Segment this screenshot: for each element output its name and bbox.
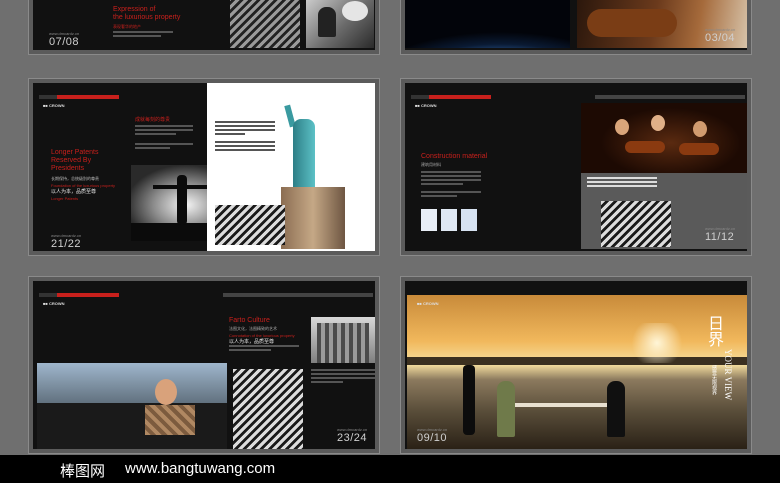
card (441, 209, 457, 231)
violin-body (587, 9, 677, 37)
car-frame (37, 403, 227, 449)
page-number: www.dmcardz.cn 03/04 (705, 27, 735, 44)
scarf (145, 405, 195, 435)
vertical-title-en: YOUR VIEW (723, 349, 733, 401)
title-line2: the luxurious property (113, 14, 181, 21)
city-skyline (407, 357, 747, 365)
title-cn: 表现奢华的地产 (113, 24, 141, 29)
body-text-right (215, 121, 275, 137)
card (421, 209, 437, 231)
page-number: www.dmcardz.cn 23/24 (337, 427, 367, 444)
hand (342, 1, 368, 21)
waiter-figure (463, 365, 475, 435)
footer-bar: 棒图网 www.bangtuwang.com (0, 455, 780, 483)
vertical-title-cn: 日界 (705, 315, 722, 347)
page-number: www.dmcardz.cn 09/10 (417, 427, 447, 444)
sunset-dinner-photo (407, 295, 747, 449)
page-label: 09/10 (417, 432, 448, 444)
body-text-2 (311, 369, 375, 385)
stripe-panel (233, 369, 303, 449)
stripe-panel (601, 201, 671, 247)
body-text (113, 31, 173, 39)
page-label: 23/24 (337, 432, 368, 444)
body-text (421, 171, 481, 187)
logo: ■■ CROWN (415, 103, 437, 108)
man-arms (153, 185, 211, 189)
page-label: 11/12 (705, 231, 735, 243)
footer-url[interactable]: www.bangtuwang.com (125, 460, 275, 477)
spread-09-10: ■■ CROWN 日界 YOUR VIEW 感受无限视界 www.dmcardz… (400, 276, 752, 454)
driver-head (155, 379, 177, 405)
building (317, 323, 369, 363)
sun-glow (627, 323, 687, 363)
heading: Construction material (421, 153, 488, 160)
page-label: 07/08 (49, 36, 80, 48)
body-text (229, 345, 299, 353)
heading-cn: 建筑用材料 (421, 162, 441, 167)
chess-photo (306, 0, 374, 48)
body-text (135, 125, 193, 137)
spread-11-12: ■■ CROWN Construction material 建筑用材料 www… (400, 78, 752, 256)
liberty-photo (279, 103, 349, 249)
material-cards (421, 209, 481, 233)
body-text-2 (135, 143, 193, 151)
card (461, 209, 477, 231)
page-number: www.dmcardz.cn 07/08 (49, 31, 79, 48)
body-text-2 (421, 191, 481, 199)
heading: Farto Culture (229, 317, 270, 324)
top-bar-right (595, 95, 745, 99)
top-bar-right (223, 293, 373, 297)
table (515, 403, 609, 407)
heading-line1: Longer Patents (51, 149, 99, 156)
top-bar (39, 95, 119, 99)
logo: ■■ CROWN (43, 301, 65, 306)
earth-photo (405, 0, 570, 48)
page-label: 03/04 (705, 32, 736, 44)
face (693, 121, 707, 137)
top-bar (411, 95, 491, 99)
man-figure (177, 175, 187, 225)
chess-piece (318, 7, 336, 37)
page-number: www.dmcardz.cn 11/12 (705, 226, 735, 243)
en-small: Longer Patents (51, 196, 79, 201)
logo: ■■ CROWN (43, 103, 65, 108)
woman-figure (497, 381, 515, 437)
violin (625, 141, 665, 153)
footer-brand: 棒图网 (60, 463, 106, 480)
logo: ■■ CROWN (417, 301, 439, 306)
building-photo (311, 317, 375, 363)
face (615, 119, 629, 135)
vertical-cn2: 感受无限视界 (711, 365, 717, 395)
statue-pedestal (281, 187, 345, 249)
spread-inner: ■■ CROWN Longer Patents Reserved By Pres… (33, 83, 375, 251)
cn-white: 以人为本，品质至尊 (51, 189, 97, 195)
stripe-panel (230, 0, 300, 48)
page-number: www.dmcardz.cn 21/22 (51, 233, 81, 250)
spread-inner: Expression of the luxurious property 表现奢… (33, 0, 375, 50)
spread-21-22: ■■ CROWN Longer Patents Reserved By Pres… (28, 78, 380, 256)
body-text-right-2 (215, 141, 275, 153)
spread-inner: ■■ CROWN Farto Culture 法图文化，法图精致的艺术 Conn… (33, 281, 375, 449)
spread-inner: ■■ CROWN 日界 YOUR VIEW 感受无限视界 www.dmcardz… (405, 281, 747, 449)
man-figure (607, 381, 625, 437)
violinists-photo (581, 103, 747, 173)
spread-07-08: Expression of the luxurious property 表现奢… (28, 0, 380, 55)
spread-inner: www.dmcardz.cn 03/04 (405, 0, 747, 50)
cn-white: 以人为本，品质至尊 (229, 339, 275, 345)
top-bar (39, 293, 119, 297)
heading-line2: Reserved By (51, 157, 92, 164)
heading-line3: Presidents (51, 165, 85, 172)
car-driver-photo (37, 363, 227, 449)
spread-inner: ■■ CROWN Construction material 建筑用材料 www… (405, 83, 747, 251)
spread-03-04: www.dmcardz.cn 03/04 (400, 0, 752, 55)
body-text-right (587, 177, 657, 189)
statue-body (293, 119, 315, 189)
heading-cn-small: 成就每刻的尊贵 (135, 117, 171, 123)
spread-23-24: ■■ CROWN Farto Culture 法图文化，法图精致的艺术 Conn… (28, 276, 380, 454)
page-label: 21/22 (51, 238, 82, 250)
face (651, 115, 665, 131)
violin (679, 143, 719, 155)
title-line1: Expression of (113, 6, 156, 13)
stripe-panel (215, 205, 285, 245)
